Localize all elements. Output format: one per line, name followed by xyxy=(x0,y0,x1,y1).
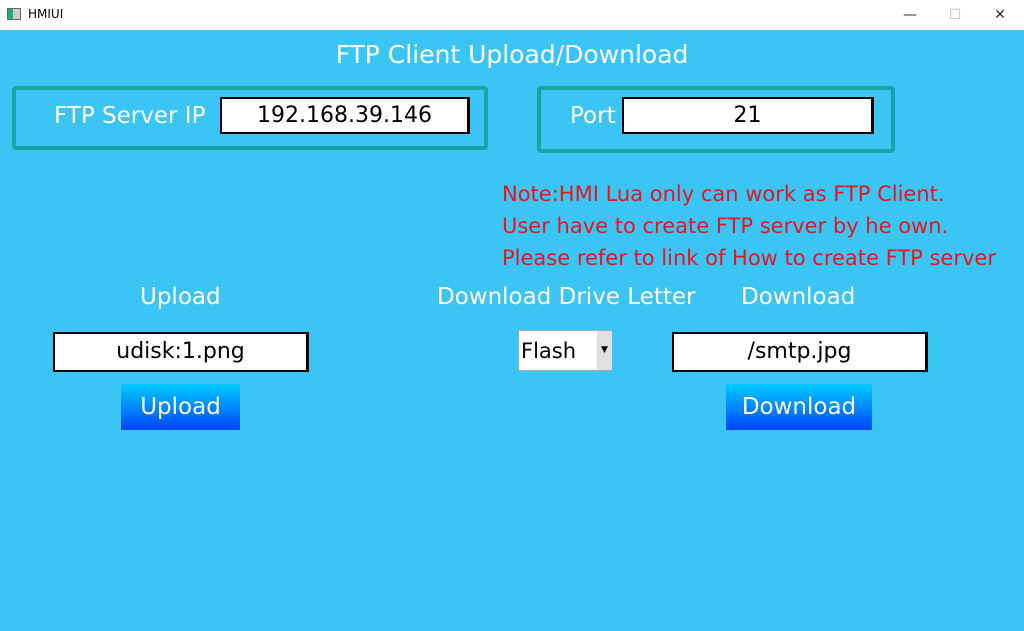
title-bar: HMIUI — ☐ ✕ xyxy=(0,0,1024,30)
window-title: HMIUI xyxy=(28,7,64,21)
upload-file-input[interactable]: udisk:1.png xyxy=(53,332,309,372)
minimize-button[interactable]: — xyxy=(895,4,925,26)
chevron-down-icon[interactable]: ▼ xyxy=(597,331,612,370)
app-icon xyxy=(7,8,21,20)
server-ip-input[interactable]: 192.168.39.146 xyxy=(220,97,470,134)
download-label: Download xyxy=(741,284,856,310)
close-button[interactable]: ✕ xyxy=(985,4,1015,26)
download-button[interactable]: Download xyxy=(726,384,872,430)
upload-button[interactable]: Upload xyxy=(121,384,240,430)
maximize-button[interactable]: ☐ xyxy=(940,4,970,26)
note-line-2: User have to create FTP server by he own… xyxy=(502,214,949,238)
drive-select[interactable]: Flash ▼ xyxy=(518,330,612,371)
note-line-1: Note:HMI Lua only can work as FTP Client… xyxy=(502,182,945,206)
page-title: FTP Client Upload/Download xyxy=(335,40,689,69)
port-input[interactable]: 21 xyxy=(622,97,874,134)
port-label: Port xyxy=(570,103,616,129)
drive-select-value: Flash xyxy=(521,339,577,363)
note-line-3: Please refer to link of How to create FT… xyxy=(502,246,996,270)
main-panel: FTP Client Upload/Download FTP Server IP… xyxy=(0,30,1024,631)
upload-label: Upload xyxy=(140,284,221,310)
server-ip-label: FTP Server IP xyxy=(54,103,206,129)
drive-letter-label: Download Drive Letter xyxy=(437,284,696,310)
download-file-input[interactable]: /smtp.jpg xyxy=(672,332,928,372)
